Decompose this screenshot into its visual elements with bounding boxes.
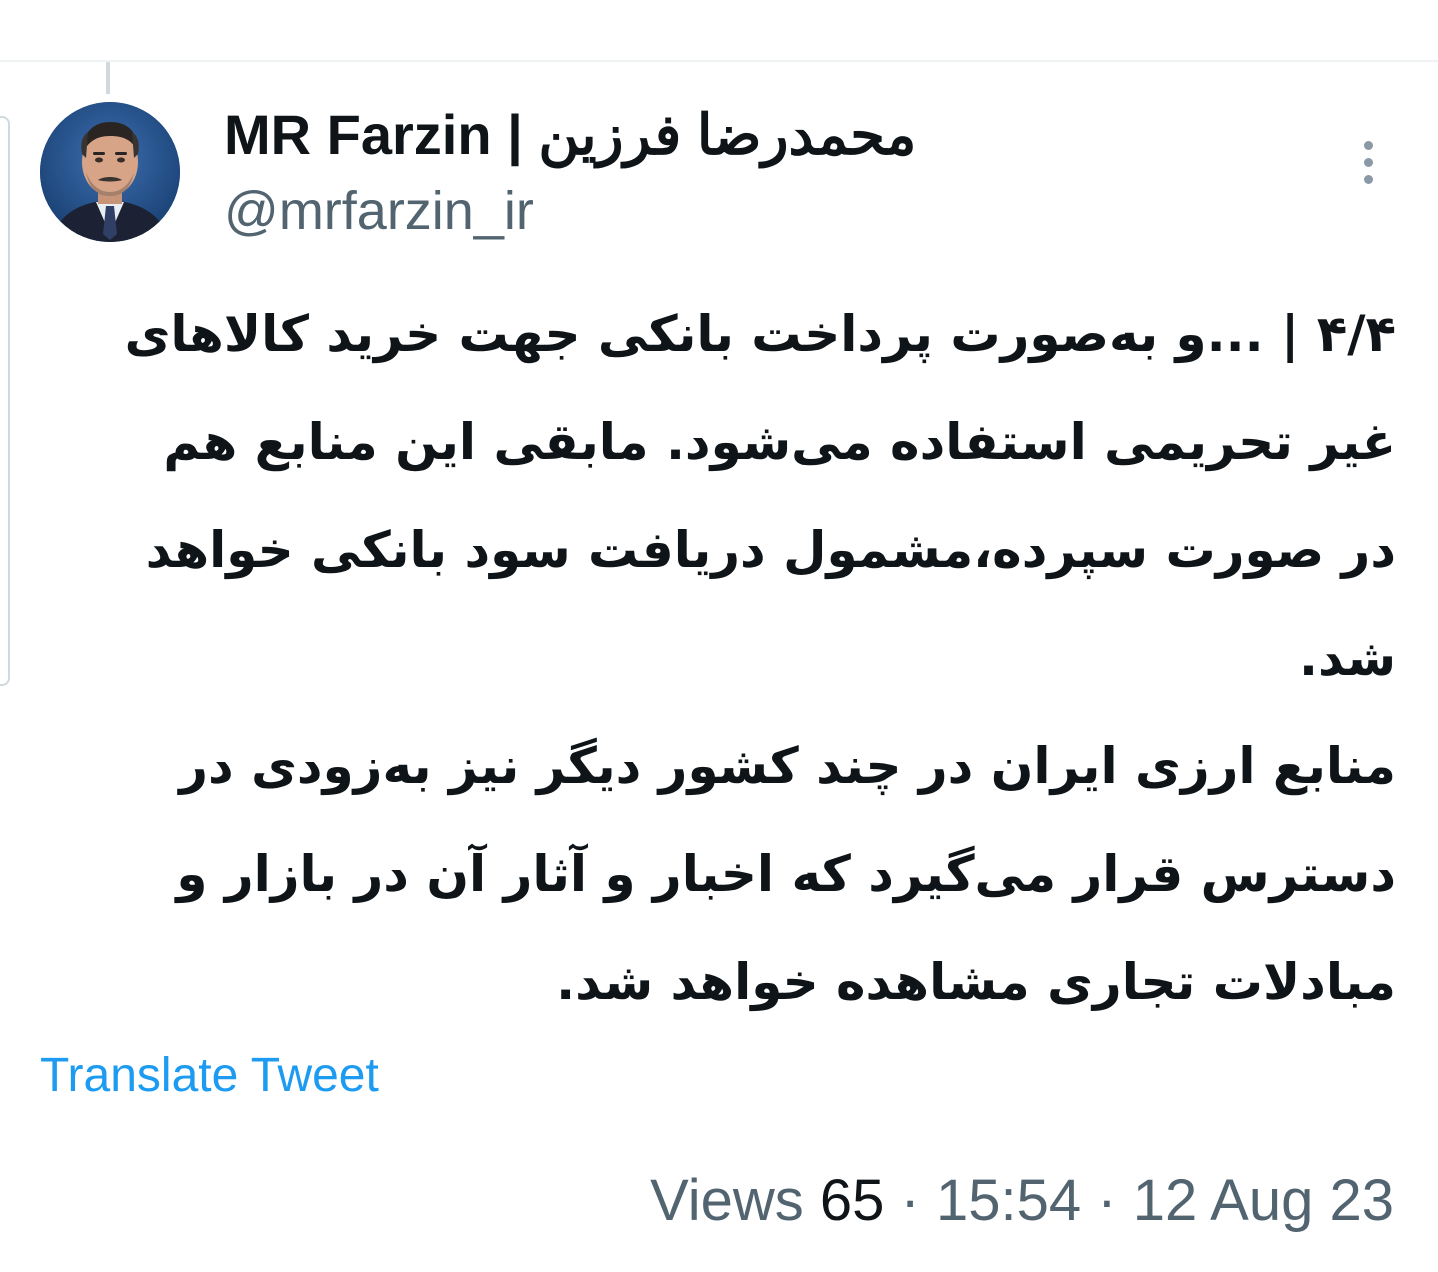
tweet-paragraph: ۴/۴ | ...و به‌صورت پرداخت بانکی جهت خرید…	[124, 305, 1396, 687]
translate-tweet-link[interactable]: Translate Tweet	[40, 1046, 379, 1106]
tweet-date[interactable]: 12 Aug 23	[1133, 1168, 1394, 1233]
meta-separator: ·	[900, 1168, 920, 1233]
meta-separator: ·	[1097, 1168, 1117, 1233]
more-dot	[1363, 174, 1373, 184]
tweet-paragraph: منابع ارزی ایران در چند کشور دیگر نیز به…	[176, 737, 1396, 1011]
author-handle[interactable]: @mrfarzin_ir	[224, 176, 534, 246]
tweet-screen: MR Farzin | محمدرضا فرزین @mrfarzin_ir ۴…	[0, 0, 1438, 1272]
more-dot	[1363, 140, 1373, 150]
more-options-icon[interactable]	[1346, 134, 1390, 190]
more-dot	[1363, 157, 1373, 167]
author-display-name[interactable]: MR Farzin | محمدرضا فرزین	[224, 100, 916, 170]
avatar-photo-icon	[40, 102, 180, 242]
top-divider	[0, 60, 1438, 62]
views-label: Views	[650, 1168, 804, 1233]
tweet-text: ۴/۴ | ...و به‌صورت پرداخت بانکی جهت خرید…	[100, 280, 1396, 1036]
tweet-meta: Views 65 · 15:54 · 12 Aug 23	[650, 1166, 1394, 1236]
tweet-time[interactable]: 15:54	[936, 1168, 1081, 1233]
left-edge-bracket	[0, 116, 10, 686]
views-count: 65	[819, 1168, 885, 1233]
thread-connector-line	[106, 62, 110, 94]
avatar[interactable]	[40, 102, 180, 242]
